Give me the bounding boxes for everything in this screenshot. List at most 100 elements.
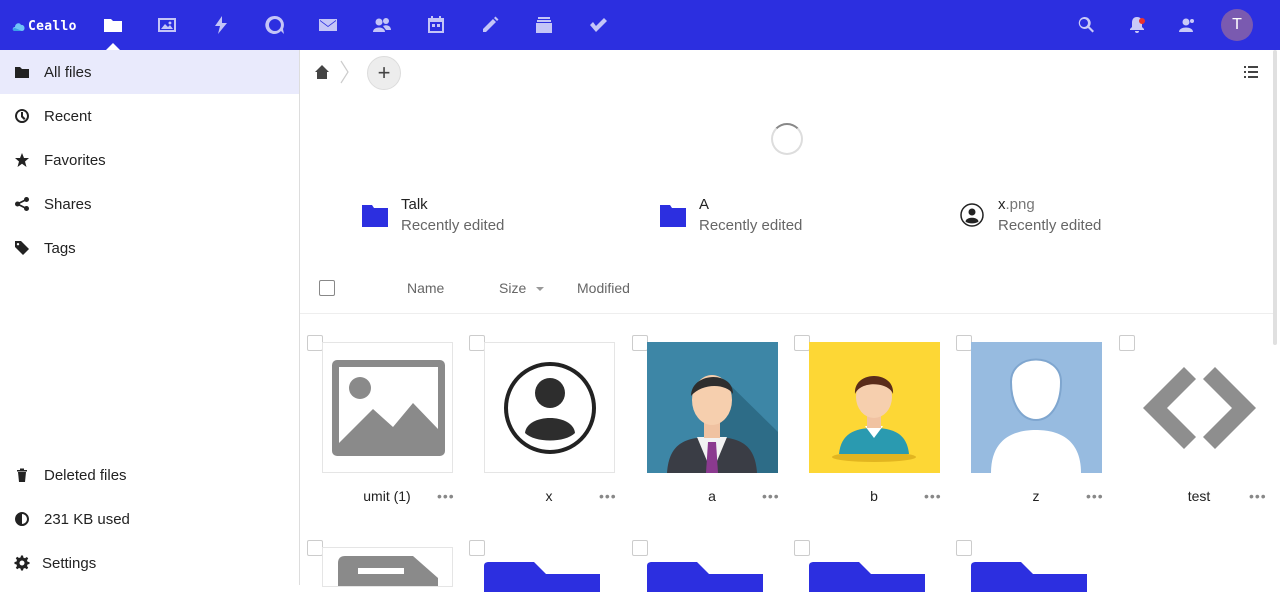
- sidebar-item-label: Settings: [42, 554, 97, 572]
- folder-icon: [660, 205, 686, 227]
- code-icon: [1134, 342, 1265, 473]
- files-main-area: + Talk Recently edited A Recently edited…: [300, 50, 1280, 592]
- cloud-logo-icon: [12, 23, 25, 31]
- recent-item-talk[interactable]: Talk Recently edited: [361, 194, 601, 234]
- activity-app-icon[interactable]: [208, 12, 234, 38]
- sidebar-item-favorites[interactable]: Favorites: [0, 138, 299, 182]
- user-silhouette: [971, 342, 1102, 473]
- folder-icon: [484, 562, 600, 592]
- list-view-toggle-icon[interactable]: [1243, 64, 1259, 80]
- file-checkbox[interactable]: [307, 335, 323, 351]
- file-list-header: Name Size Modified: [300, 272, 1275, 314]
- user-circle-icon: [960, 203, 984, 227]
- notification-dot: [1139, 18, 1145, 24]
- file-checkbox[interactable]: [632, 335, 648, 351]
- sidebar-item-label: Recent: [44, 107, 92, 125]
- notes-app-icon[interactable]: [477, 12, 503, 38]
- file-actions-menu[interactable]: •••: [1086, 488, 1104, 504]
- active-app-indicator: [106, 43, 120, 50]
- main-scrollbar[interactable]: [1273, 50, 1277, 345]
- deck-app-icon[interactable]: [531, 12, 557, 38]
- file-checkbox[interactable]: [632, 540, 648, 556]
- recent-item-name: A: [699, 196, 710, 213]
- mail-app-icon[interactable]: [315, 12, 341, 38]
- sidebar-item-label: Favorites: [44, 151, 106, 169]
- file-actions-menu[interactable]: •••: [762, 488, 780, 504]
- share-icon: [14, 196, 30, 212]
- folder-icon: [971, 562, 1087, 592]
- file-actions-menu[interactable]: •••: [924, 488, 942, 504]
- folder-icon: [14, 64, 30, 80]
- file-checkbox[interactable]: [956, 540, 972, 556]
- recent-item-name: x.png: [998, 196, 1035, 213]
- recent-item-subtitle: Recently edited: [998, 217, 1102, 234]
- column-name-header[interactable]: Name: [407, 280, 444, 296]
- talk-app-icon[interactable]: [262, 12, 288, 38]
- text-document-icon: [322, 547, 453, 587]
- app-logo[interactable]: Ceallo: [12, 17, 77, 35]
- sidebar-item-settings[interactable]: Settings: [0, 541, 299, 585]
- notifications-bell-icon[interactable]: [1126, 14, 1148, 36]
- contacts-app-icon[interactable]: [369, 12, 395, 38]
- recent-item-name: Talk: [401, 196, 428, 213]
- top-bar: Ceallo T: [0, 0, 1280, 50]
- sidebar-item-label: Deleted files: [44, 466, 127, 484]
- sidebar-item-recent[interactable]: Recent: [0, 94, 299, 138]
- plus-icon: +: [377, 60, 391, 85]
- logo-text: Ceallo: [28, 18, 77, 34]
- quota-usage-label: 231 KB used: [44, 510, 130, 528]
- breadcrumb-separator-icon: [340, 60, 349, 84]
- file-extension: .png: [1005, 196, 1035, 213]
- contacts-menu-icon[interactable]: [1176, 14, 1198, 36]
- recent-item-subtitle: Recently edited: [699, 217, 803, 234]
- clock-icon: [14, 108, 30, 124]
- home-breadcrumb-icon[interactable]: [314, 64, 330, 80]
- user-avatar[interactable]: T: [1221, 9, 1253, 41]
- file-actions-menu[interactable]: •••: [599, 488, 617, 504]
- sidebar-item-shares[interactable]: Shares: [0, 182, 299, 226]
- sidebar-item-deleted-files[interactable]: Deleted files: [0, 453, 299, 497]
- file-checkbox[interactable]: [956, 335, 972, 351]
- file-checkbox[interactable]: [469, 540, 485, 556]
- file-checkbox[interactable]: [307, 540, 323, 556]
- gear-icon: [14, 555, 30, 571]
- sidebar-item-quota: 231 KB used: [0, 497, 299, 541]
- recent-item-x-png[interactable]: x.png Recently edited: [958, 194, 1198, 234]
- file-checkbox[interactable]: [794, 335, 810, 351]
- recent-item-subtitle: Recently edited: [401, 217, 505, 234]
- loading-spinner-icon: [771, 123, 803, 155]
- sidebar-item-label: Shares: [44, 195, 92, 213]
- man-avatar: [809, 342, 940, 473]
- column-modified-header[interactable]: Modified: [577, 280, 630, 296]
- file-checkbox[interactable]: [794, 540, 810, 556]
- image-placeholder-icon: [322, 342, 453, 473]
- folder-icon: [809, 562, 925, 592]
- select-all-checkbox[interactable]: [319, 280, 335, 296]
- recent-item-a[interactable]: A Recently edited: [659, 194, 899, 234]
- column-size-header[interactable]: Size: [499, 280, 526, 296]
- user-circle-icon: [484, 342, 615, 473]
- tasks-app-icon[interactable]: [585, 12, 611, 38]
- calendar-app-icon[interactable]: [423, 12, 449, 38]
- photos-app-icon[interactable]: [154, 12, 180, 38]
- folder-icon: [362, 205, 388, 227]
- sidebar-item-tags[interactable]: Tags: [0, 226, 299, 270]
- file-checkbox[interactable]: [1119, 335, 1135, 351]
- trash-icon: [14, 467, 30, 483]
- sidebar-item-label: All files: [44, 63, 92, 81]
- folder-icon: [647, 562, 763, 592]
- file-actions-menu[interactable]: •••: [1249, 488, 1267, 504]
- star-icon: [14, 152, 30, 168]
- new-file-button[interactable]: +: [367, 56, 401, 90]
- sort-caret-down-icon: [536, 287, 544, 291]
- files-app-icon[interactable]: [100, 12, 126, 38]
- search-icon[interactable]: [1075, 14, 1097, 36]
- file-basename: x: [998, 196, 1006, 213]
- sidebar-item-label: Tags: [44, 239, 76, 257]
- file-actions-menu[interactable]: •••: [437, 488, 455, 504]
- navigation-sidebar: All files Recent Favorites Shares Tags D…: [0, 50, 300, 585]
- tag-icon: [14, 240, 30, 256]
- sidebar-item-all-files[interactable]: All files: [0, 50, 299, 94]
- quota-pie-icon: [14, 511, 30, 527]
- file-checkbox[interactable]: [469, 335, 485, 351]
